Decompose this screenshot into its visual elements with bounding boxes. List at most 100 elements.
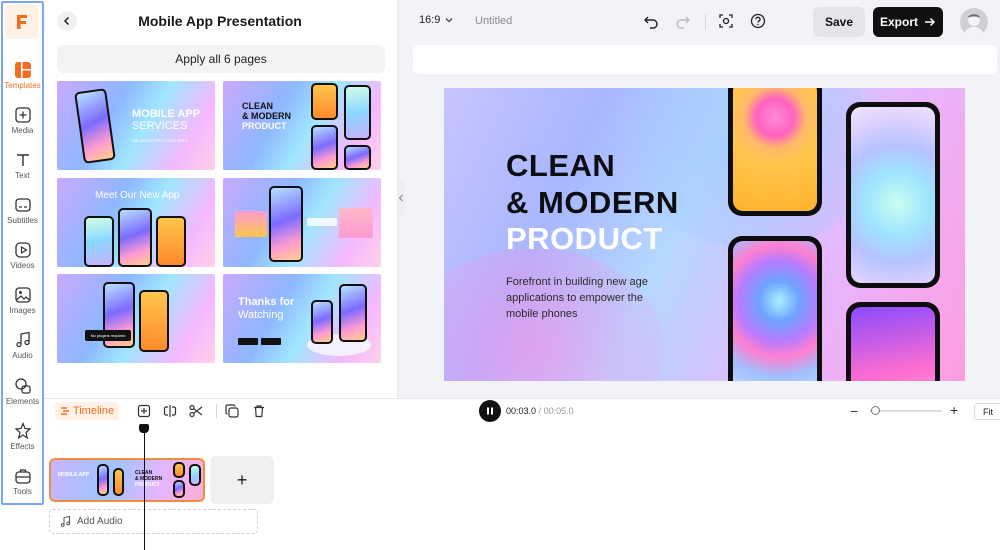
save-button[interactable]: Save — [813, 7, 865, 37]
rail-item-elements[interactable]: Elements — [3, 377, 42, 417]
template-thumbnail[interactable]: Thanks for Watching — [223, 274, 381, 363]
phone-mockup[interactable] — [846, 302, 940, 381]
slide-body-text[interactable]: Forefront in building new age applicatio… — [506, 274, 666, 322]
playhead-handle[interactable] — [139, 424, 149, 433]
slide-heading-line3[interactable]: PRODUCT — [506, 221, 663, 257]
clip-frame-text: PRODUCT — [135, 482, 160, 488]
collapse-panel-button[interactable] — [397, 180, 405, 216]
rail-item-audio[interactable]: Audio — [3, 331, 42, 371]
rail-item-tools[interactable]: Tools — [3, 467, 42, 507]
play-pause-button[interactable] — [479, 400, 501, 422]
canvas-slide[interactable]: CLEAN & MODERN PRODUCT Forefront in buil… — [444, 88, 965, 381]
media-icon — [14, 107, 31, 123]
apply-all-pages-button[interactable]: Apply all 6 pages — [57, 45, 385, 73]
timeline-toggle[interactable]: Timeline — [55, 402, 119, 420]
phone-mockup — [74, 88, 116, 164]
thumb-title: MOBILE APP — [132, 108, 201, 120]
phone-mockup[interactable] — [728, 88, 822, 216]
slide-heading-line1[interactable]: CLEAN — [506, 148, 615, 184]
rail-item-text[interactable]: Text — [3, 151, 42, 191]
phone-mockup[interactable] — [728, 236, 822, 381]
rail-item-effects[interactable]: Effects — [3, 422, 42, 462]
playback-time: 00:03.0 / 00:05.0 — [506, 406, 574, 416]
trash-icon — [254, 405, 264, 418]
delete-button[interactable] — [251, 403, 267, 419]
caption-bar[interactable] — [413, 45, 997, 74]
duplicate-button[interactable] — [224, 403, 240, 419]
rail-label: Elements — [5, 397, 40, 406]
app-root: Templates Media Text Subtitles Videos Im… — [0, 0, 1000, 550]
thumb-title: CLEAN — [242, 101, 273, 111]
thumb-badge: No plugins required — [85, 330, 131, 341]
redo-button[interactable] — [673, 11, 693, 31]
thumb-caption: PRODUCT — [242, 121, 287, 131]
zoom-slider-handle[interactable] — [871, 406, 880, 415]
add-clip-button[interactable]: + — [210, 456, 274, 504]
images-icon — [14, 287, 31, 303]
phone-mockup — [173, 462, 185, 478]
zoom-slider-track[interactable] — [870, 410, 942, 412]
rail-label: Videos — [10, 261, 35, 270]
rail-item-media[interactable]: Media — [3, 106, 42, 146]
template-thumbnail[interactable]: Meet Our New App — [57, 178, 215, 267]
document-title[interactable]: Untitled — [475, 15, 512, 27]
back-button[interactable] — [57, 11, 77, 31]
split-button[interactable] — [162, 403, 178, 419]
template-thumbnail[interactable]: No plugins required — [57, 274, 215, 363]
scissors-icon — [189, 404, 203, 418]
phone-mockup — [189, 464, 201, 486]
fit-button[interactable]: Fit — [974, 403, 1000, 420]
add-audio-label: Add Audio — [77, 516, 123, 527]
phone-mockup — [311, 300, 333, 344]
aspect-ratio-select[interactable]: 16:9 — [419, 14, 454, 26]
phone-mockup — [173, 480, 185, 498]
arrow-right-icon — [925, 17, 936, 27]
app-logo[interactable] — [5, 5, 39, 39]
add-square-icon — [137, 404, 151, 418]
preview-button[interactable] — [716, 11, 736, 31]
timeline-clip[interactable]: MOBILE APP CLEAN & MODERN PRODUCT — [49, 458, 205, 502]
thumb-title: Meet Our New App — [95, 190, 180, 201]
phone-mockup — [311, 83, 338, 120]
toolbar-divider — [216, 404, 217, 418]
thumb-caption: WE DEVELOPED CODE APPS — [132, 138, 189, 143]
template-thumbnail[interactable]: MOBILE APP SERVICES WE DEVELOPED CODE AP… — [57, 81, 215, 170]
phone-mockup — [118, 208, 152, 267]
clip-frame: CLEAN & MODERN PRODUCT — [129, 462, 203, 498]
playhead-line[interactable] — [144, 424, 145, 550]
text-icon — [16, 154, 29, 166]
chevron-left-icon — [63, 16, 70, 26]
avatar[interactable] — [960, 8, 988, 36]
phone-mockup — [344, 145, 371, 170]
cut-button[interactable] — [188, 403, 204, 419]
rail-item-images[interactable]: Images — [3, 286, 42, 326]
clip-frame: MOBILE APP — [53, 462, 127, 498]
rail-item-videos[interactable]: Videos — [3, 241, 42, 281]
rail-label: Media — [11, 126, 34, 135]
left-rail: Templates Media Text Subtitles Videos Im… — [1, 1, 44, 505]
phone-mockup — [84, 216, 114, 267]
music-note-icon — [60, 516, 71, 527]
clip-frame-text: MOBILE APP — [58, 472, 89, 478]
rail-label: Effects — [10, 442, 35, 451]
templates-icon — [14, 62, 31, 78]
timeline-icon — [60, 407, 69, 415]
total-duration: 00:05.0 — [543, 406, 574, 416]
slide-heading-line2[interactable]: & MODERN — [506, 185, 679, 221]
logo-icon — [17, 15, 27, 29]
add-audio-button[interactable]: Add Audio — [49, 509, 258, 534]
zoom-in-button[interactable]: + — [950, 402, 958, 418]
rail-label: Tools — [13, 487, 32, 496]
timeline-divider — [44, 398, 1000, 399]
rail-item-subtitles[interactable]: Subtitles — [3, 196, 42, 236]
template-thumbnail[interactable] — [223, 178, 381, 267]
rail-item-templates[interactable]: Templates — [3, 61, 42, 101]
zoom-out-button[interactable]: − — [850, 403, 858, 419]
toolbar-divider — [705, 14, 706, 30]
template-thumbnail[interactable]: CLEAN & MODERN PRODUCT — [223, 81, 381, 170]
export-button[interactable]: Export — [873, 7, 943, 37]
add-scene-button[interactable] — [136, 403, 152, 419]
help-button[interactable] — [748, 11, 768, 31]
undo-button[interactable] — [641, 11, 661, 31]
phone-mockup[interactable] — [846, 102, 940, 288]
